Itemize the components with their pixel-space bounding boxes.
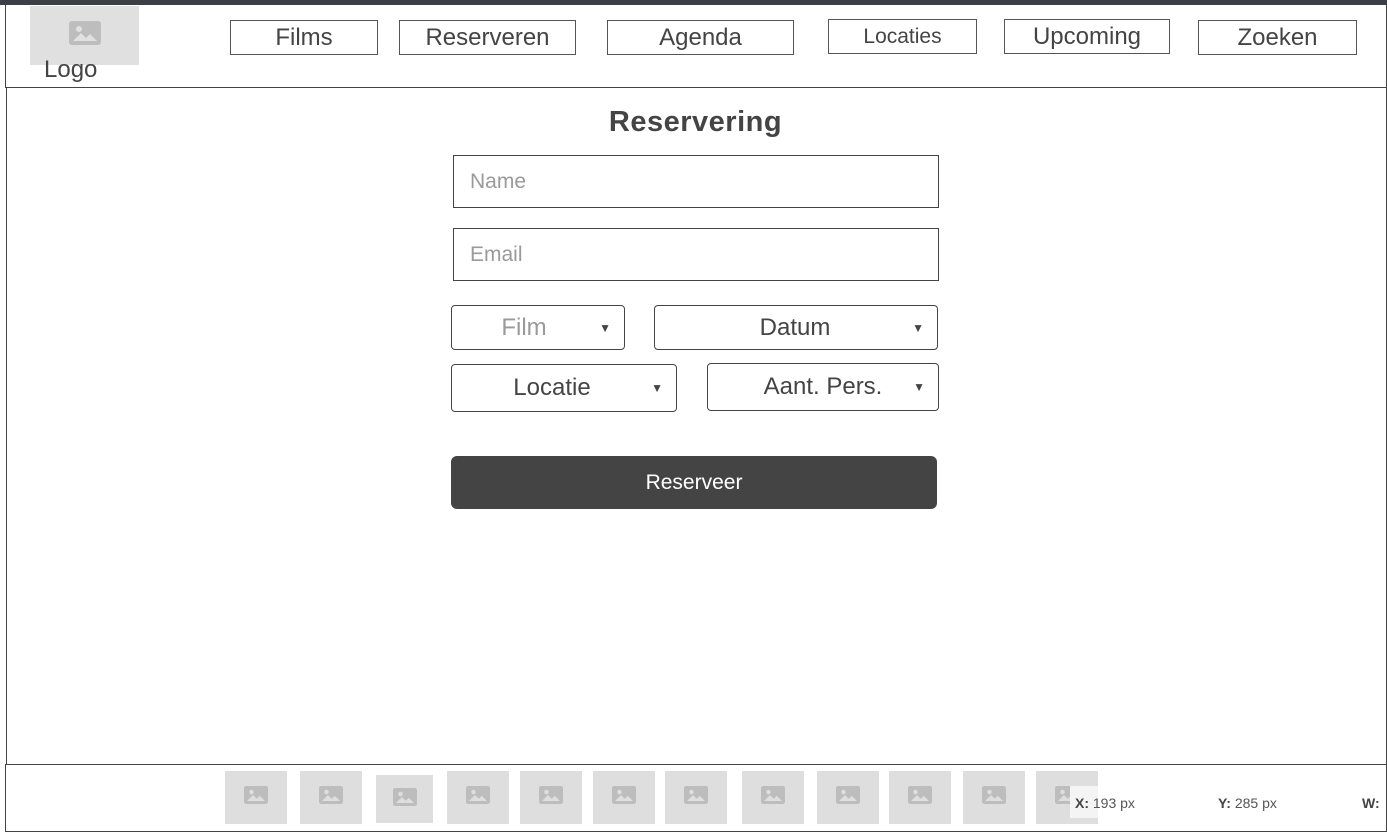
locatie-select[interactable]: Locatie ▼ (451, 364, 677, 412)
film-select[interactable]: Film ▼ (451, 305, 625, 350)
email-field[interactable]: Email (453, 228, 939, 281)
locatie-select-label: Locatie (513, 374, 591, 401)
footer-thumbnail[interactable] (963, 771, 1025, 824)
nav-films-button[interactable]: Films (230, 20, 378, 55)
footer-thumbnail[interactable] (742, 771, 804, 824)
page-title: Reservering (608, 106, 783, 138)
nav-zoeken-button[interactable]: Zoeken (1198, 20, 1357, 55)
image-placeholder-icon (836, 786, 860, 809)
coord-w-label: W: (1362, 795, 1380, 811)
coord-x-label: X: (1075, 795, 1089, 811)
footer-thumbnail[interactable] (376, 775, 433, 823)
coord-x-value: 193 px (1092, 795, 1135, 811)
image-placeholder-icon (908, 786, 932, 809)
chevron-down-icon: ▼ (599, 320, 611, 335)
footer-thumbnail[interactable] (520, 771, 582, 824)
datum-select-label: Datum (759, 313, 831, 341)
logo-label: Logo (44, 56, 98, 83)
persons-select-label: Aant. Pers. (763, 373, 883, 400)
coord-w: W: (1362, 795, 1380, 811)
chevron-down-icon: ▼ (651, 381, 663, 395)
nav-reserveren-button[interactable]: Reserveren (399, 20, 576, 55)
image-placeholder-icon (539, 786, 563, 809)
nav-locaties-button[interactable]: Locaties (828, 19, 977, 54)
image-placeholder-icon (466, 786, 490, 809)
reserveer-button[interactable]: Reserveer (451, 456, 937, 509)
datum-select[interactable]: Datum ▼ (654, 305, 938, 350)
coord-y-label: Y: (1218, 795, 1231, 811)
footer-thumbnail[interactable] (817, 771, 879, 824)
image-placeholder-icon (68, 21, 101, 50)
footer-thumbnail[interactable] (889, 771, 951, 824)
persons-select[interactable]: Aant. Pers. ▼ (707, 363, 939, 411)
image-placeholder-icon (982, 786, 1006, 809)
footer-thumbnail[interactable] (447, 771, 509, 824)
nav-upcoming-button[interactable]: Upcoming (1004, 19, 1170, 54)
image-placeholder-icon (761, 786, 785, 809)
image-placeholder-icon (392, 787, 417, 811)
film-select-label: Film (501, 313, 547, 341)
image-placeholder-icon (319, 786, 343, 809)
image-placeholder-icon (612, 786, 636, 809)
coord-x: X: 193 px (1075, 795, 1135, 811)
nav-agenda-button[interactable]: Agenda (607, 20, 794, 55)
footer-thumbnail[interactable] (300, 771, 362, 824)
image-placeholder-icon (684, 786, 708, 809)
chevron-down-icon: ▼ (912, 320, 924, 335)
footer-thumbnail[interactable] (665, 771, 727, 824)
coord-y: Y: 285 px (1218, 795, 1277, 811)
footer-thumbnail[interactable] (593, 771, 655, 824)
coord-y-value: 285 px (1234, 795, 1277, 811)
chevron-down-icon: ▼ (913, 380, 925, 394)
footer-thumbnail[interactable] (225, 771, 287, 824)
image-placeholder-icon (244, 786, 268, 809)
name-field[interactable]: Name (453, 155, 939, 208)
